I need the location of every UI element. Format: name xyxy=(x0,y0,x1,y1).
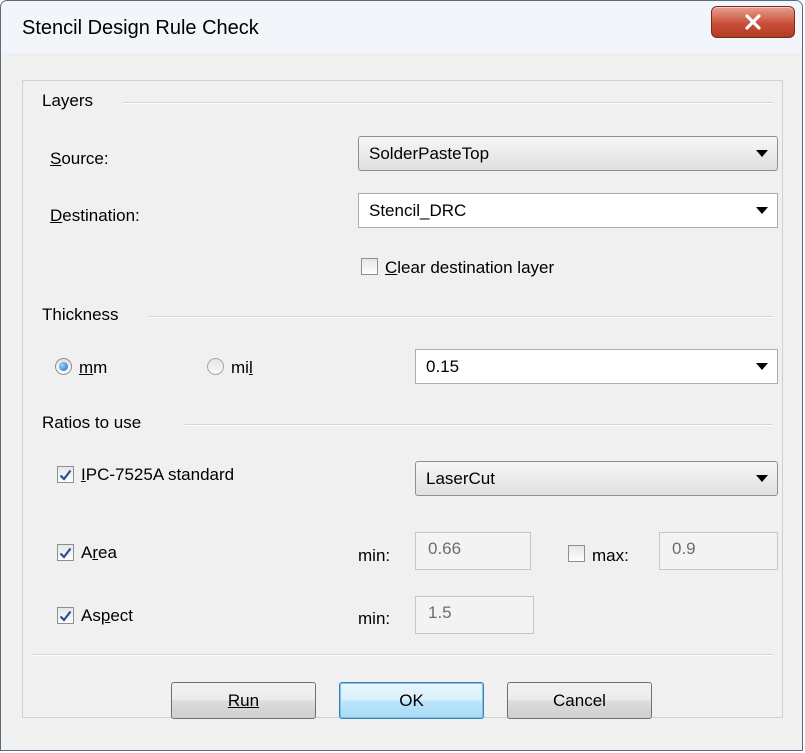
ratios-group-label: Ratios to use xyxy=(42,413,142,432)
thickness-divider xyxy=(148,316,773,318)
ok-button[interactable]: OK xyxy=(339,682,484,719)
chevron-down-icon xyxy=(747,462,777,495)
ipc-standard-label[interactable]: IPC-7525A standard xyxy=(81,465,234,485)
dialog-window: Stencil Design Rule Check Layers Source:… xyxy=(0,0,803,751)
run-label: Run xyxy=(227,690,260,710)
thickness-group-label: Thickness xyxy=(42,305,119,324)
destination-combobox[interactable]: Stencil_DRC xyxy=(358,193,778,228)
mm-label[interactable]: mm xyxy=(79,358,107,378)
checkmark-icon xyxy=(59,610,72,622)
area-max-label[interactable]: max: xyxy=(592,546,629,566)
aspect-label[interactable]: Aspect xyxy=(81,606,133,626)
thickness-value: 0.15 xyxy=(426,356,460,376)
cancel-button[interactable]: Cancel xyxy=(507,682,652,719)
source-value: SolderPasteTop xyxy=(369,143,490,163)
source-label-rest: ource: xyxy=(61,149,109,168)
destination-label: Destination: xyxy=(50,206,140,225)
mil-label[interactable]: mil xyxy=(231,358,253,378)
checkmark-icon xyxy=(59,469,72,481)
layers-group-label: Layers xyxy=(42,91,94,110)
area-label[interactable]: Area xyxy=(81,543,117,563)
window-title: Stencil Design Rule Check xyxy=(22,17,259,39)
source-dropdown[interactable]: SolderPasteTop xyxy=(358,136,778,171)
chevron-down-icon xyxy=(747,137,777,170)
destination-value: Stencil_DRC xyxy=(369,200,467,220)
chevron-down-icon[interactable] xyxy=(747,194,777,227)
ok-label: OK xyxy=(399,690,424,710)
buttons-separator xyxy=(33,654,773,656)
ratios-divider xyxy=(185,424,773,426)
aspect-min-label: min: xyxy=(358,609,391,628)
close-button[interactable] xyxy=(711,6,795,38)
ipc-standard-checkbox[interactable] xyxy=(57,466,74,483)
ipc-method-value: LaserCut xyxy=(426,468,495,488)
area-checkbox[interactable] xyxy=(57,544,74,561)
area-max-field[interactable]: 0.9 xyxy=(659,532,778,570)
checkmark-icon xyxy=(59,547,72,559)
clear-destination-checkbox[interactable] xyxy=(361,258,378,275)
ipc-method-dropdown[interactable]: LaserCut xyxy=(415,461,778,496)
mil-radio[interactable] xyxy=(207,358,224,375)
mm-radio[interactable] xyxy=(55,358,72,375)
run-button[interactable]: Run xyxy=(171,682,316,719)
clear-destination-label[interactable]: Clear destination layer xyxy=(385,258,554,278)
area-max-checkbox[interactable] xyxy=(568,545,585,562)
radio-selected-dot xyxy=(59,362,68,371)
source-label: Source: xyxy=(50,149,109,168)
close-x-icon xyxy=(745,14,761,30)
area-min-label: min: xyxy=(358,546,391,565)
area-min-field[interactable]: 0.66 xyxy=(415,532,531,570)
dialog-client-area: Layers Source: SolderPasteTop Destinatio… xyxy=(22,80,783,719)
layers-divider xyxy=(123,102,773,104)
chevron-down-icon[interactable] xyxy=(747,350,777,383)
aspect-min-field[interactable]: 1.5 xyxy=(415,596,534,634)
title-bar[interactable]: Stencil Design Rule Check xyxy=(1,1,802,53)
cancel-label: Cancel xyxy=(553,690,606,710)
thickness-combobox[interactable]: 0.15 xyxy=(415,349,778,384)
aspect-checkbox[interactable] xyxy=(57,607,74,624)
